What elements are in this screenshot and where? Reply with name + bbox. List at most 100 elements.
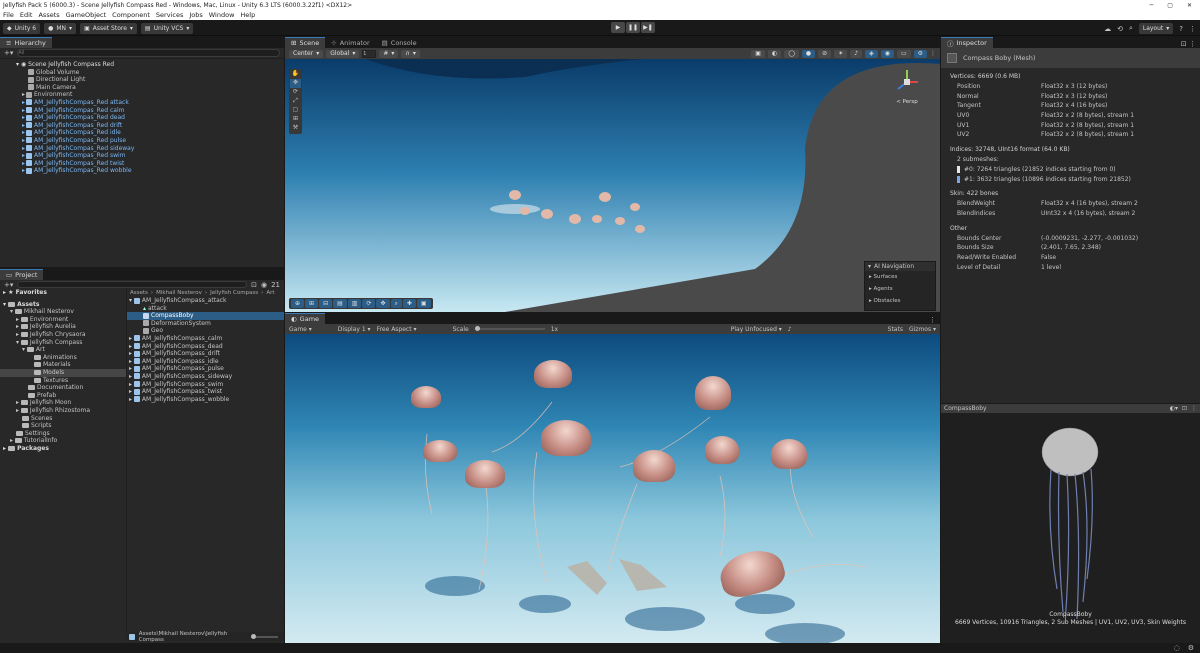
- menu-services[interactable]: Services: [156, 11, 183, 19]
- prefab-item[interactable]: ▸ AM_JellyfishCompas_Red dead: [0, 114, 284, 122]
- file-item[interactable]: ▸ AM_JellyfishCompass_idle: [127, 358, 284, 366]
- overlay-tool-4-icon[interactable]: ▤: [333, 299, 347, 308]
- rect-tool-icon[interactable]: ▢: [290, 106, 301, 115]
- lock-icon[interactable]: ⊡: [251, 281, 257, 289]
- assets-node[interactable]: ▾ Assets: [0, 301, 126, 309]
- preview-mode-icon[interactable]: ◐▾: [1170, 405, 1178, 412]
- add-icon[interactable]: +▾: [4, 281, 13, 289]
- lit-sphere-icon[interactable]: ●: [801, 49, 816, 58]
- folder-node[interactable]: Documentation: [0, 384, 126, 392]
- overlay-tool-2-icon[interactable]: ⊞: [305, 299, 319, 308]
- close-icon[interactable]: ✕: [1187, 2, 1192, 9]
- menu-component[interactable]: Component: [112, 11, 150, 19]
- more-icon[interactable]: ⋮: [929, 316, 940, 324]
- menu-file[interactable]: File: [3, 11, 14, 19]
- menu-help[interactable]: Help: [240, 11, 255, 19]
- menu-window[interactable]: Window: [209, 11, 235, 19]
- play-button[interactable]: ▶: [611, 22, 625, 33]
- folder-node[interactable]: Animations: [0, 354, 126, 362]
- folder-node[interactable]: ▾ Art: [0, 346, 126, 354]
- overlay-tool-10-icon[interactable]: ▣: [416, 299, 431, 308]
- game-viewport[interactable]: [285, 334, 940, 643]
- file-item[interactable]: ▾ AM_JellyfishCompass_attack: [127, 297, 284, 305]
- menu-gameobject[interactable]: GameObject: [66, 11, 107, 19]
- transform-tool-icon[interactable]: ⊞: [290, 115, 301, 124]
- folder-node[interactable]: ▸ Jellyfish Chrysaora: [0, 331, 126, 339]
- orientation-gizmo[interactable]: < Persp: [892, 67, 922, 105]
- hierarchy-item[interactable]: Global Volume: [0, 69, 284, 77]
- aspect-dropdown[interactable]: Free Aspect ▾: [377, 326, 447, 333]
- cloud-icon[interactable]: ☁: [1104, 25, 1111, 33]
- folder-node[interactable]: ▸ Jellyfish Moon: [0, 399, 126, 407]
- game-mode-dropdown[interactable]: Game ▾: [289, 326, 312, 333]
- wireframe-icon[interactable]: ◯: [784, 49, 799, 58]
- file-item[interactable]: ▸ AM_JellyfishCompass_pulse: [127, 365, 284, 373]
- unity-button[interactable]: ◆ Unity 6: [3, 23, 41, 34]
- more-icon[interactable]: ⋮: [930, 50, 936, 58]
- folder-node[interactable]: Scenes: [0, 415, 126, 423]
- lock-icon[interactable]: ⊡ ⋮: [1181, 40, 1200, 48]
- custom-tool-icon[interactable]: ⚒: [290, 124, 301, 133]
- vcs-button[interactable]: ▤ Unity VCS ▾: [140, 23, 194, 34]
- effects-icon[interactable]: ◈: [865, 49, 878, 58]
- menu-assets[interactable]: Assets: [38, 11, 59, 19]
- overlay-tool-6-icon[interactable]: ⟳: [362, 299, 376, 308]
- file-item[interactable]: ▸ AM_JellyfishCompass_calm: [127, 335, 284, 343]
- more-icon[interactable]: ⋮: [1191, 405, 1197, 412]
- hierarchy-search-input[interactable]: [17, 49, 280, 57]
- scale-slider[interactable]: [474, 326, 545, 331]
- file-item[interactable]: DeformationSystem: [127, 320, 284, 328]
- menu-edit[interactable]: Edit: [20, 11, 33, 19]
- view-2d-icon[interactable]: ⊘: [818, 49, 832, 58]
- folder-node[interactable]: Prefab: [0, 392, 126, 400]
- tab-game[interactable]: ◐ Game: [285, 313, 326, 324]
- layout-dropdown[interactable]: Layout ▾: [1138, 23, 1174, 34]
- minimize-icon[interactable]: ─: [1150, 2, 1154, 9]
- mesh-preview-render[interactable]: [941, 414, 1200, 619]
- overlay-tool-8-icon[interactable]: ⌕: [390, 299, 402, 308]
- overlay-tool-3-icon[interactable]: ⊟: [319, 299, 333, 308]
- file-item[interactable]: ▸ AM_JellyfishCompass_dead: [127, 343, 284, 351]
- search-icon[interactable]: ⌕: [1129, 24, 1133, 33]
- file-item[interactable]: Geo: [127, 327, 284, 335]
- history-icon[interactable]: ⟲: [1117, 25, 1123, 33]
- folder-node[interactable]: ▾ Jellyfish Compass: [0, 339, 126, 347]
- gizmos-icon[interactable]: ⚙: [913, 49, 927, 58]
- file-item[interactable]: ▸ AM_JellyfishCompass_swim: [127, 381, 284, 389]
- audio-icon[interactable]: ♪: [850, 49, 863, 58]
- folder-node[interactable]: Textures: [0, 377, 126, 385]
- overlay-tool-9-icon[interactable]: ✚: [402, 299, 416, 308]
- ai-nav-obstacles[interactable]: ▸ Obstacles: [869, 295, 935, 307]
- help-icon[interactable]: ?: [1179, 25, 1183, 33]
- step-button[interactable]: ▶❚: [641, 22, 655, 33]
- play-focus-dropdown[interactable]: Play Unfocused ▾: [731, 326, 782, 333]
- folder-node-selected[interactable]: Models: [0, 368, 126, 377]
- shading-icon[interactable]: ◐: [767, 49, 782, 58]
- debug-icon[interactable]: ⚙: [1188, 644, 1194, 652]
- add-icon[interactable]: +▾: [4, 49, 13, 57]
- tab-hierarchy[interactable]: ≡ Hierarchy: [0, 37, 52, 48]
- tab-scene[interactable]: ⊞ Scene: [285, 37, 326, 48]
- preview-settings-icon[interactable]: ⊡: [1182, 405, 1187, 412]
- tab-project[interactable]: ▭ Project: [0, 269, 44, 280]
- move-tool-icon[interactable]: ✥: [290, 79, 301, 88]
- asset-store-button[interactable]: ▣ Asset Store ▾: [80, 23, 137, 34]
- tab-console[interactable]: ▤ Console: [376, 37, 423, 48]
- overlay-tool-1-icon[interactable]: ⊕: [291, 299, 305, 308]
- prefab-item[interactable]: ▸ AM_JellyfishCompas_Red twist: [0, 160, 284, 168]
- snap-button[interactable]: ∩ ▾: [401, 49, 420, 58]
- overlay-tool-5-icon[interactable]: ▥: [347, 299, 362, 308]
- folder-node[interactable]: Materials: [0, 361, 126, 369]
- folder-node[interactable]: ▸ TutorialInfo: [0, 437, 126, 445]
- prefab-item[interactable]: ▸ AM_JellyfishCompas_Red swim: [0, 152, 284, 160]
- file-item-selected[interactable]: CompassBoby: [127, 312, 284, 320]
- filter-badge[interactable]: 21: [271, 281, 280, 289]
- hierarchy-item[interactable]: Directional Light: [0, 76, 284, 84]
- tab-animator[interactable]: ⊹ Animator: [325, 37, 375, 48]
- snap-increment-input[interactable]: [362, 49, 377, 58]
- project-search-input[interactable]: [17, 281, 248, 288]
- file-item[interactable]: ▴ attack: [127, 305, 284, 313]
- folder-node[interactable]: ▸ Environment: [0, 316, 126, 324]
- file-item[interactable]: ▸ AM_JellyfishCompass_twist: [127, 388, 284, 396]
- favorites-node[interactable]: ▸ ★ Favorites: [0, 289, 126, 297]
